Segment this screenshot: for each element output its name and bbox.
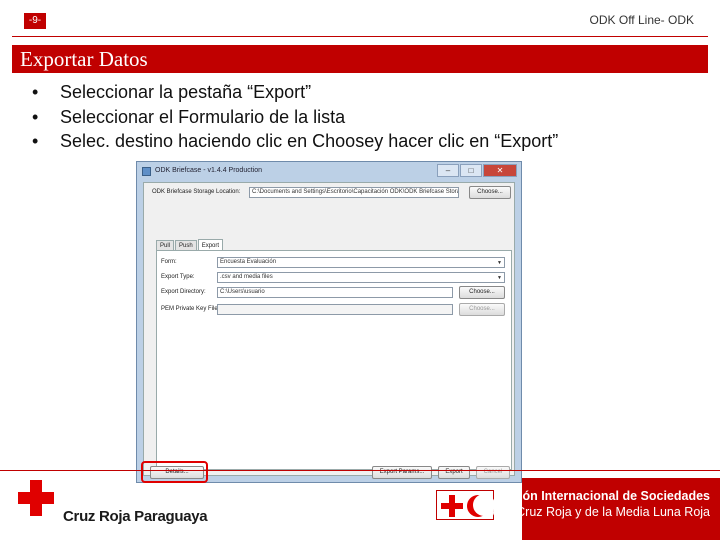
pem-label: PEM Private Key File: — [161, 306, 220, 312]
header-divider — [12, 36, 708, 37]
slide-title: Exportar Datos — [12, 45, 708, 73]
export-button[interactable]: Export — [438, 466, 470, 479]
storage-choose-button[interactable]: Choose... — [469, 186, 511, 199]
pem-field[interactable] — [217, 304, 453, 315]
export-params-button[interactable]: Export Params... — [372, 466, 432, 479]
bullet-text: Seleccionar la pestaña “Export” — [60, 82, 312, 102]
details-highlight — [141, 461, 208, 483]
brand-name: Cruz Roja Paraguaya — [63, 508, 208, 525]
bullet-item: • Selec. destino haciendo clic en Choosey… — [32, 129, 558, 154]
chevron-down-icon: ▼ — [497, 260, 502, 266]
minimize-button[interactable]: – — [437, 164, 459, 177]
page-number: -9- — [24, 13, 46, 29]
form-select[interactable]: Encuesta Evaluación ▼ — [217, 257, 505, 268]
storage-label: ODK Briefcase Storage Location: — [152, 189, 241, 195]
footer-divider — [0, 470, 720, 471]
bullet-text: Seleccionar el Formulario de la lista — [60, 106, 346, 127]
export-dir-field[interactable]: C:\Users\usuario — [217, 287, 453, 298]
cross-icon — [441, 495, 463, 517]
storage-field[interactable]: C:\Documents and Settings\Escritorio\Cap… — [249, 187, 459, 198]
window-client: ODK Briefcase Storage Location: C:\Docum… — [143, 182, 515, 479]
export-type-select[interactable]: .csv and media files ▼ — [217, 272, 505, 283]
ifrc-text-line1: ración Internacional de Sociedades — [500, 489, 710, 503]
form-value: Encuesta Evaluación — [220, 259, 277, 265]
chevron-down-icon: ▼ — [497, 275, 502, 281]
export-type-label: Export Type: — [161, 274, 195, 280]
maximize-button[interactable]: □ — [460, 164, 482, 177]
form-label: Form: — [161, 259, 177, 265]
export-panel: Form: Encuesta Evaluación ▼ Export Type:… — [156, 250, 512, 470]
header-text: ODK Off Line- ODK — [589, 13, 694, 27]
export-type-value: .csv and media files — [220, 274, 273, 280]
ifrc-text-line2: de la Cruz Roja y de la Media Luna Roja — [485, 505, 710, 519]
window-controls: – □ ✕ — [437, 164, 517, 177]
cancel-button[interactable]: Cancel — [476, 466, 510, 479]
bullet-list: • Seleccionar la pestaña “Export” • Selecc… — [32, 80, 558, 154]
bullet-item: • Seleccionar la pestaña “Export” — [32, 80, 558, 105]
bullet-item: • Seleccionar el Formulario de la lista — [32, 105, 558, 130]
export-dir-choose-button[interactable]: Choose... — [459, 286, 505, 299]
pem-choose-button[interactable]: Choose... — [459, 303, 505, 316]
close-button[interactable]: ✕ — [483, 164, 517, 177]
briefcase-window: ODK Briefcase - v1.4.4 Production – □ ✕ … — [136, 161, 522, 483]
bullet-text: Selec. destino haciendo clic en Choosey … — [60, 131, 559, 151]
export-dir-label: Export Directory: — [161, 289, 206, 295]
